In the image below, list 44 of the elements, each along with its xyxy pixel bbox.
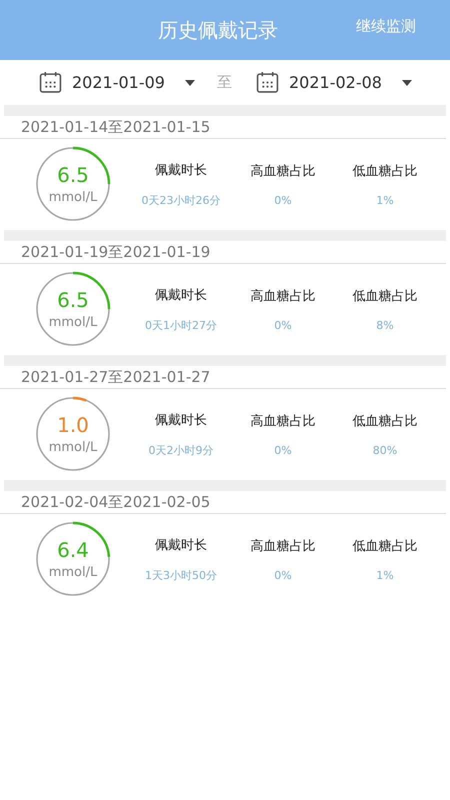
calendar-icon[interactable] [39, 71, 62, 94]
glucose-value: 6.5 [57, 288, 89, 312]
glucose-unit: mmol/L [48, 315, 98, 330]
record-period: 2021-02-04至2021-02-05 [0, 491, 446, 514]
page-title: 历史佩戴记录 [158, 16, 278, 44]
stat-value: 0% [274, 194, 292, 206]
stat-value: 0天1小时27分 [145, 318, 217, 332]
record-period: 2021-01-14至2021-01-15 [0, 116, 446, 139]
stat-label: 佩戴时长 [155, 412, 207, 428]
stat-value: 1% [376, 568, 394, 582]
glucose-unit: mmol/L [48, 440, 98, 455]
stat-value: 0天2小时9分 [148, 442, 214, 458]
stat-label: 佩戴时长 [155, 162, 207, 178]
stat-value: 0% [274, 568, 292, 582]
range-separator: 至 [216, 73, 232, 92]
glucose-value: 1.0 [57, 413, 89, 437]
stat-label: 高血糖占比 [250, 538, 316, 554]
stat-label: 佩戴时长 [155, 286, 207, 304]
calendar-icon[interactable] [256, 71, 279, 94]
record-period: 2021-01-27至2021-01-27 [0, 366, 446, 389]
glucose-value: 6.5 [57, 163, 89, 187]
stat-label: 低血糖占比 [352, 538, 418, 554]
record-period: 2021-01-19至2021-01-19 [0, 241, 446, 264]
stat-value: 8% [376, 318, 394, 332]
end-date-picker[interactable]: 2021-02-08 [288, 73, 382, 92]
stat-value: 80% [372, 444, 398, 456]
stat-value: 0天23小时26分 [142, 192, 220, 208]
stat-value: 0% [274, 444, 292, 456]
stat-label: 低血糖占比 [352, 162, 418, 180]
stat-value: 1天3小时50分 [145, 568, 217, 582]
stat-label: 低血糖占比 [352, 412, 418, 430]
stat-value: 0% [274, 318, 292, 332]
glucose-unit: mmol/L [48, 190, 98, 205]
dropdown-caret-icon[interactable] [402, 80, 412, 86]
dropdown-caret-icon[interactable] [184, 80, 195, 86]
stat-label: 高血糖占比 [250, 162, 316, 180]
glucose-unit: mmol/L [48, 565, 98, 580]
stat-label: 高血糖占比 [250, 288, 316, 304]
glucose-value: 6.4 [57, 538, 89, 562]
stat-value: 1% [376, 194, 394, 206]
start-date-picker[interactable]: 2021-01-09 [72, 73, 165, 92]
stat-label: 高血糖占比 [250, 412, 316, 430]
stat-label: 佩戴时长 [155, 536, 207, 554]
stat-label: 低血糖占比 [352, 288, 418, 304]
